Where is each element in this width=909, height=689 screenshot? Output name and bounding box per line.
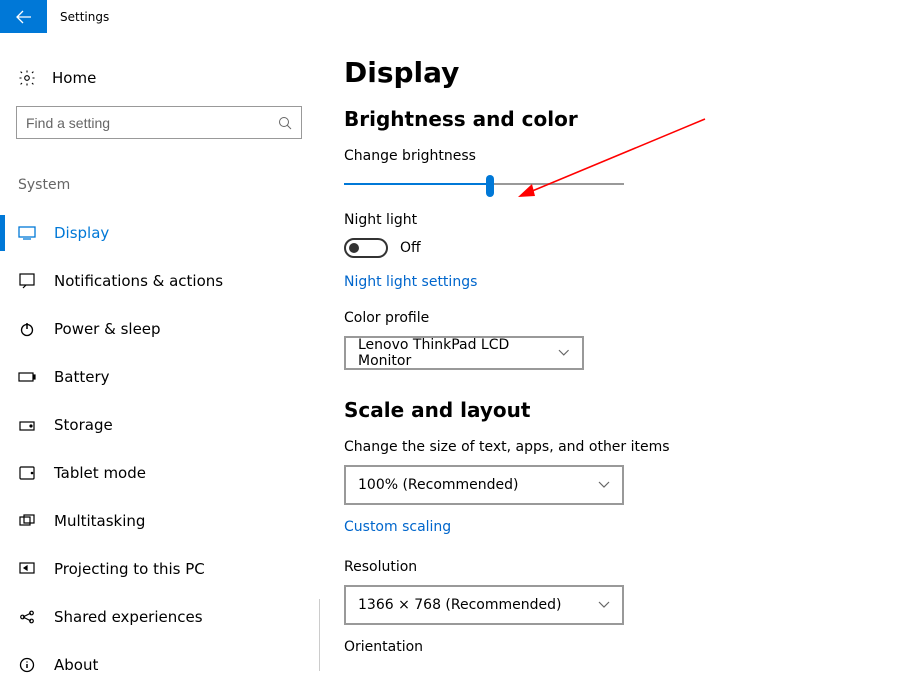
- scale-select[interactable]: 100% (Recommended): [344, 465, 624, 505]
- back-button[interactable]: [0, 0, 47, 33]
- chevron-down-icon: [558, 349, 570, 357]
- projecting-icon: [18, 560, 36, 578]
- night-light-settings-link[interactable]: Night light settings: [344, 274, 477, 290]
- page-title: Display: [344, 56, 909, 89]
- scale-value: 100% (Recommended): [358, 477, 519, 493]
- night-light-state: Off: [400, 240, 421, 256]
- notifications-icon: [18, 272, 36, 290]
- sidebar-item-label: Multitasking: [54, 512, 145, 530]
- tablet-icon: [18, 464, 36, 482]
- color-profile-label: Color profile: [344, 310, 909, 326]
- section-scale-title: Scale and layout: [344, 398, 909, 422]
- sidebar-item-label: Storage: [54, 416, 113, 434]
- sidebar: Home System Display Notifications & acti…: [0, 56, 320, 672]
- content-pane: Display Brightness and color Change brig…: [320, 56, 909, 672]
- night-light-label: Night light: [344, 212, 909, 228]
- battery-icon: [18, 368, 36, 386]
- sidebar-item-display[interactable]: Display: [16, 209, 320, 257]
- about-icon: [18, 656, 36, 674]
- sidebar-item-shared[interactable]: Shared experiences: [16, 593, 320, 641]
- chevron-down-icon: [598, 481, 610, 489]
- gear-icon: [18, 69, 36, 87]
- brightness-slider[interactable]: [344, 174, 624, 194]
- sidebar-item-power[interactable]: Power & sleep: [16, 305, 320, 353]
- sidebar-item-battery[interactable]: Battery: [16, 353, 320, 401]
- resolution-value: 1366 × 768 (Recommended): [358, 597, 561, 613]
- category-label: System: [16, 177, 320, 193]
- scale-label: Change the size of text, apps, and other…: [344, 439, 909, 455]
- brightness-label: Change brightness: [344, 148, 909, 164]
- sidebar-item-storage[interactable]: Storage: [16, 401, 320, 449]
- slider-thumb[interactable]: [486, 175, 494, 197]
- display-icon: [18, 224, 36, 242]
- resolution-label: Resolution: [344, 559, 909, 575]
- orientation-label: Orientation: [344, 639, 909, 655]
- home-button[interactable]: Home: [16, 56, 320, 100]
- resolution-select[interactable]: 1366 × 768 (Recommended): [344, 585, 624, 625]
- custom-scaling-link[interactable]: Custom scaling: [344, 519, 451, 535]
- storage-icon: [18, 416, 36, 434]
- sidebar-item-multitasking[interactable]: Multitasking: [16, 497, 320, 545]
- sidebar-item-label: Power & sleep: [54, 320, 161, 338]
- sidebar-item-label: Tablet mode: [54, 464, 146, 482]
- color-profile-value: Lenovo ThinkPad LCD Monitor: [358, 337, 558, 369]
- sidebar-item-projecting[interactable]: Projecting to this PC: [16, 545, 320, 593]
- search-icon: [278, 116, 292, 130]
- window-header: Settings: [0, 0, 909, 33]
- search-box[interactable]: [16, 106, 302, 139]
- sidebar-item-label: Display: [54, 224, 109, 242]
- nav-list: Display Notifications & actions Power & …: [16, 209, 320, 689]
- sidebar-item-label: Notifications & actions: [54, 272, 223, 290]
- color-profile-select[interactable]: Lenovo ThinkPad LCD Monitor: [344, 336, 584, 370]
- toggle-knob: [349, 243, 359, 253]
- multitasking-icon: [18, 512, 36, 530]
- sidebar-item-label: About: [54, 656, 98, 674]
- home-label: Home: [52, 69, 96, 87]
- power-icon: [18, 320, 36, 338]
- night-light-toggle[interactable]: [344, 238, 388, 258]
- sidebar-item-notifications[interactable]: Notifications & actions: [16, 257, 320, 305]
- sidebar-item-about[interactable]: About: [16, 641, 320, 689]
- search-input[interactable]: [26, 115, 278, 131]
- sidebar-item-label: Battery: [54, 368, 110, 386]
- window-title: Settings: [47, 10, 109, 24]
- sidebar-item-tablet[interactable]: Tablet mode: [16, 449, 320, 497]
- slider-fill: [344, 183, 490, 185]
- chevron-down-icon: [598, 601, 610, 609]
- sidebar-item-label: Projecting to this PC: [54, 560, 205, 578]
- sidebar-item-label: Shared experiences: [54, 608, 203, 626]
- share-icon: [18, 608, 36, 626]
- section-brightness-title: Brightness and color: [344, 107, 909, 131]
- back-arrow-icon: [15, 8, 33, 26]
